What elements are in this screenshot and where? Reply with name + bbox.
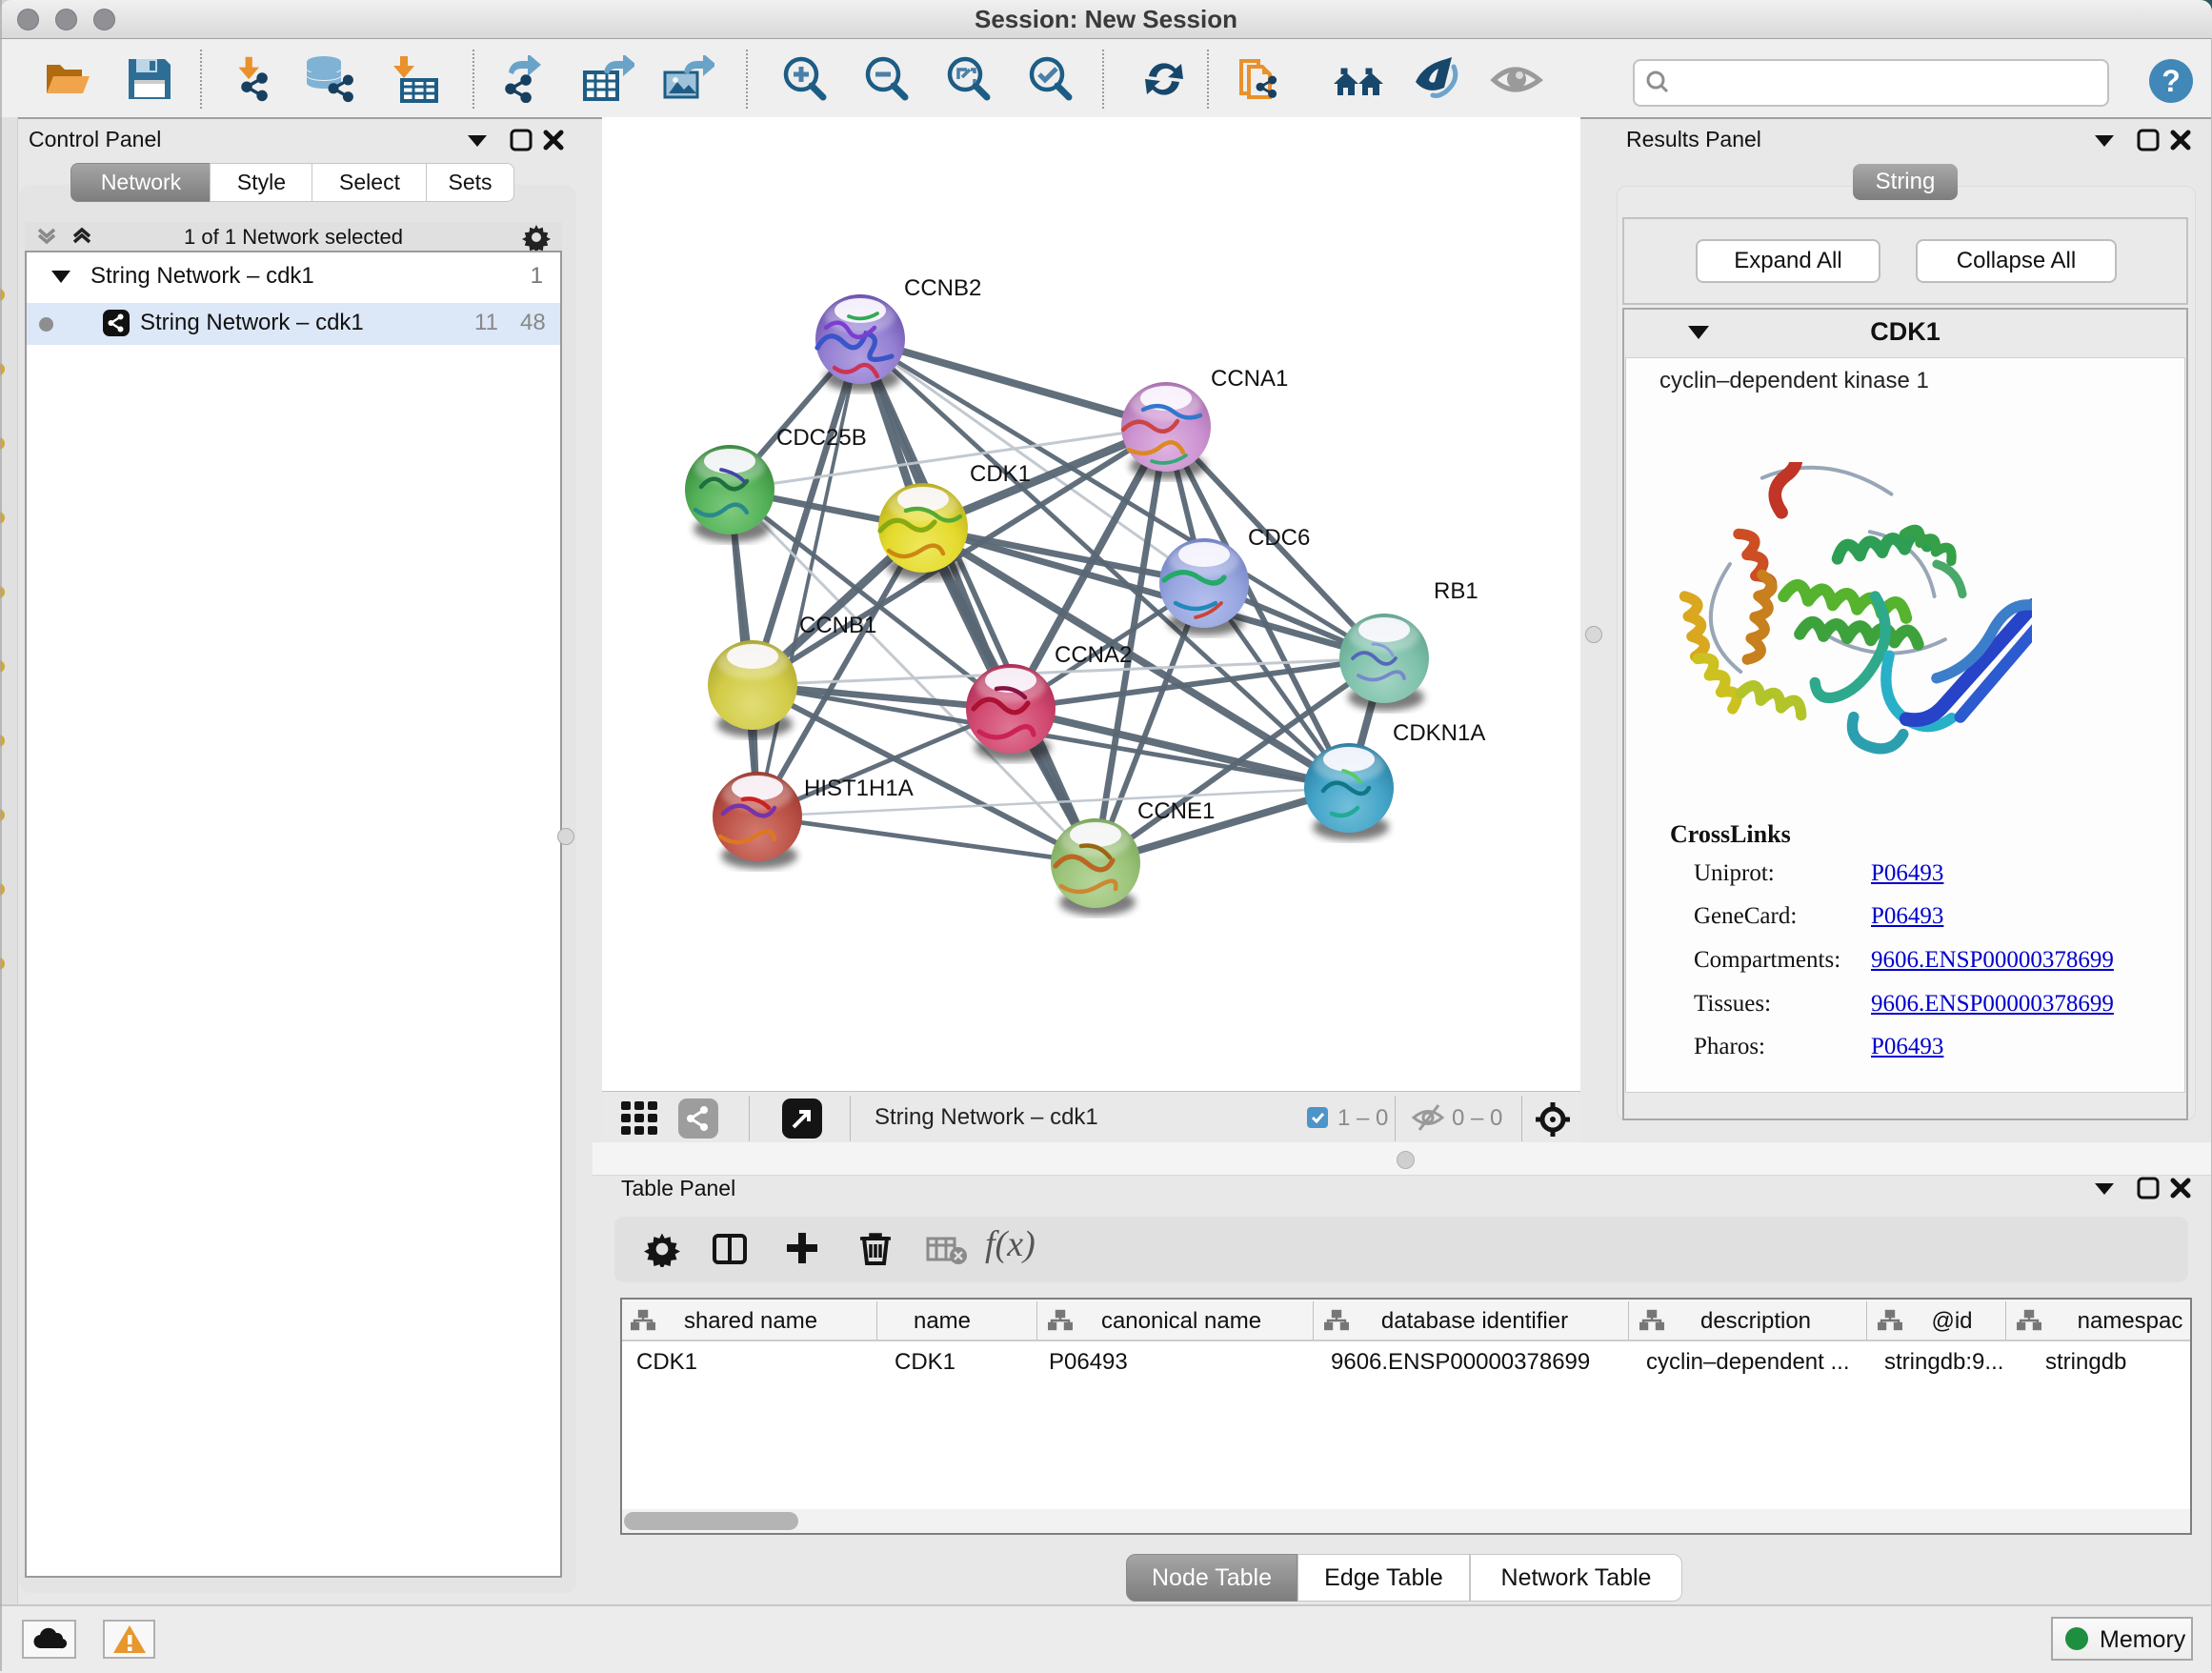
svg-text:RB1: RB1 <box>1434 578 1478 604</box>
svg-text:CDK1: CDK1 <box>970 461 1031 487</box>
svg-text:CCNA1: CCNA1 <box>1211 366 1288 392</box>
svg-text:CDC25B: CDC25B <box>776 425 867 451</box>
svg-text:CCNA2: CCNA2 <box>1055 642 1132 668</box>
svg-text:CDC6: CDC6 <box>1248 525 1310 551</box>
svg-text:CCNB2: CCNB2 <box>904 275 981 301</box>
svg-text:CCNE1: CCNE1 <box>1137 798 1215 824</box>
svg-text:HIST1H1A: HIST1H1A <box>804 776 914 801</box>
svg-text:CCNB1: CCNB1 <box>799 613 876 638</box>
svg-text:CDKN1A: CDKN1A <box>1393 720 1485 746</box>
